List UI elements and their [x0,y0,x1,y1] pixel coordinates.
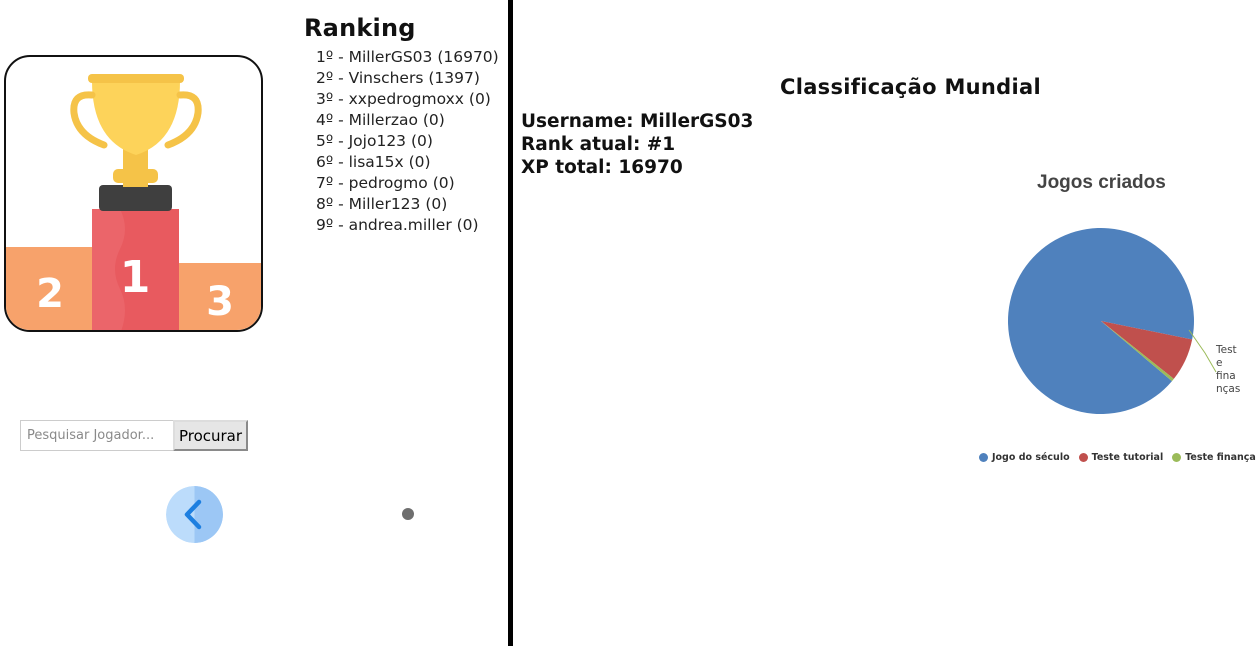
pie-chart: Test e fina nças [1008,228,1240,414]
trophy-podium-image: 1 2 3 [4,55,263,332]
podium-second-label: 2 [36,271,64,317]
legend-item[interactable]: Teste tutorial [1078,452,1164,463]
legend-label: Jogo do século [992,452,1070,463]
user-info: Username: MillerGS03 Rank atual: #1 XP t… [521,110,753,179]
trophy-icon: 1 2 3 [6,74,261,330]
ranking-entry: 1º - MillerGS03 (16970) [316,48,499,66]
ranking-entry: 5º - Jojo123 (0) [316,132,433,150]
back-button[interactable] [166,486,223,543]
xp-label: XP total: 16970 [521,157,683,178]
legend-swatch [1078,453,1088,462]
ranking-entry: 2º - Vinschers (1397) [316,69,480,87]
rank-label: Rank atual: #1 [521,134,676,155]
world-ranking-title: Classificação Mundial [780,75,1041,99]
ranking-entry: 3º - xxpedrogmoxx (0) [316,90,491,108]
chart-title: Jogos criados [1037,172,1166,193]
ranking-entry: 6º - lisa15x (0) [316,153,431,171]
legend-swatch [979,453,988,462]
player-search: Procurar [20,420,248,451]
ranking-list: 1º - MillerGS03 (16970) 2º - Vinschers (… [316,47,499,236]
carousel-dot[interactable] [402,508,414,520]
legend-item[interactable]: Jogo do século [979,452,1070,463]
ranking-title: Ranking [304,14,416,42]
search-button[interactable]: Procurar [173,420,248,451]
left-panel: 1 2 3 Ranking 1º - MillerGS03 (16970) 2º… [0,0,508,646]
ranking-entry: 9º - andrea.miller (0) [316,216,479,234]
legend-swatch [1172,453,1182,462]
search-input[interactable] [20,420,173,451]
podium-third-label: 3 [206,279,234,325]
legend-item[interactable]: Teste finanças [1172,452,1256,463]
ranking-entry: 8º - Miller123 (0) [316,195,448,213]
legend-label: Teste finanças [1185,452,1256,463]
ranking-entry: 7º - pedrogmo (0) [316,174,455,192]
podium-first-label: 1 [120,252,151,303]
legend-label: Teste tutorial [1091,452,1164,463]
right-panel: Classificação Mundial Username: MillerGS… [513,0,1256,646]
chart-legend: Jogo do século Teste tutorial Teste fina… [979,452,1256,463]
chevron-left-icon [166,486,223,543]
username-label: Username: MillerGS03 [521,111,754,132]
ranking-entry: 4º - Millerzao (0) [316,111,445,129]
slice-label-teste-financas: Test e fina nças [1215,344,1240,395]
